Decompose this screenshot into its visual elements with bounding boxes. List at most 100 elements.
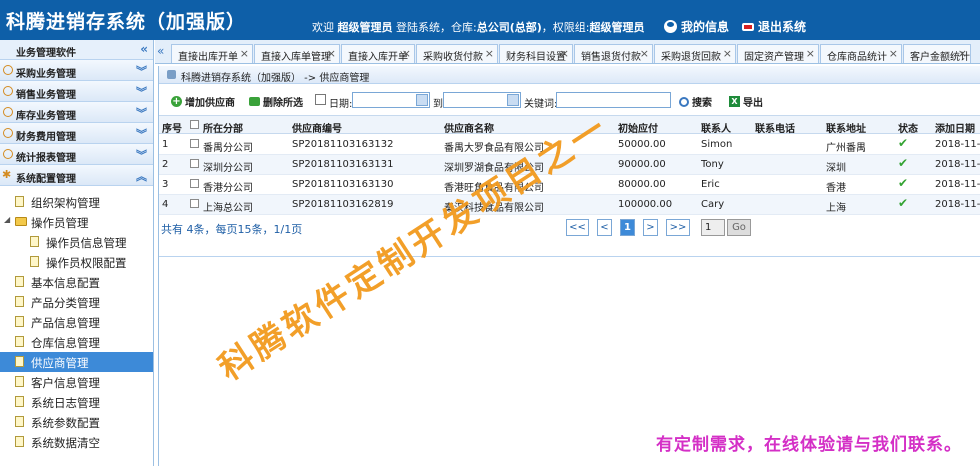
last-page-button[interactable]: >> bbox=[666, 219, 690, 236]
row-checkbox[interactable] bbox=[190, 199, 199, 208]
export-button[interactable]: X 导出 bbox=[729, 94, 763, 109]
sidebar-group[interactable]: ✱ 系统配置管理 ︽ bbox=[0, 165, 153, 186]
date-to-picker-icon[interactable] bbox=[507, 94, 519, 106]
close-tab-icon[interactable]: × bbox=[560, 47, 569, 60]
tab-item[interactable]: 采购退货回款 × bbox=[654, 44, 736, 63]
next-page-button[interactable]: > bbox=[643, 219, 658, 236]
document-icon bbox=[15, 356, 24, 367]
select-all-checkbox[interactable] bbox=[190, 120, 199, 129]
sidebar-group-label: 财务费用管理 bbox=[16, 132, 76, 143]
close-tab-icon[interactable]: × bbox=[958, 47, 967, 60]
page-number-input[interactable]: 1 bbox=[701, 219, 725, 236]
tab-item[interactable]: 直接入库开单 × bbox=[341, 44, 415, 63]
sidebar-item[interactable]: 产品分类管理 bbox=[0, 292, 153, 312]
sidebar-item[interactable]: 系统日志管理 bbox=[0, 392, 153, 412]
sidebar-item[interactable]: 基本信息配置 bbox=[0, 272, 153, 292]
expand-toggle-icon[interactable]: ◢ bbox=[4, 215, 10, 224]
first-page-button[interactable]: << bbox=[566, 219, 589, 236]
close-tab-icon[interactable]: × bbox=[640, 47, 649, 60]
close-tab-icon[interactable]: × bbox=[889, 47, 898, 60]
tab-item[interactable]: 固定资产管理 × bbox=[737, 44, 819, 63]
date-to-input[interactable] bbox=[443, 92, 521, 108]
clock-icon bbox=[3, 107, 13, 117]
tab-item[interactable]: 财务科目设置 × bbox=[499, 44, 573, 63]
my-info-label: 我的信息 bbox=[681, 20, 730, 34]
sidebar-groups: 采购业务管理 ︾ 销售业务管理 ︾ 库存业务管理 ︾ 财务费用管理 ︾ 统计报表管理 ︾ ✱ 系统配置… bbox=[0, 60, 153, 186]
sidebar-item[interactable]: ◢ 操作员管理 bbox=[0, 212, 153, 232]
tab-item[interactable]: 销售退货付款 × bbox=[574, 44, 653, 63]
cell-address: 上海 bbox=[826, 203, 846, 214]
close-tab-icon[interactable]: × bbox=[327, 47, 336, 60]
table-row[interactable]: 4 上海总公司 SP20181103162819 秦汉科技食品有限公司 100000.0… bbox=[159, 195, 980, 215]
tab-label: 销售退货付款 bbox=[581, 52, 641, 63]
close-tab-icon[interactable]: × bbox=[723, 47, 732, 60]
to-label: 到 bbox=[433, 99, 443, 110]
sidebar-item[interactable]: 系统数据清空 bbox=[0, 432, 153, 452]
delete-selected-button[interactable]: 删除所选 bbox=[249, 94, 303, 109]
tab-label: 采购收货付款 bbox=[423, 52, 483, 63]
sidebar-group[interactable]: 销售业务管理 ︾ bbox=[0, 81, 153, 102]
tab-label: 固定资产管理 bbox=[744, 52, 804, 63]
cell-address: 广州番禺 bbox=[826, 143, 866, 154]
toolbar: + 增加供应商 删除所选 日期: 到 关键词: 搜索 X 导出 bbox=[159, 89, 980, 113]
row-checkbox[interactable] bbox=[190, 159, 199, 168]
chevron-down-icon[interactable]: ︾ bbox=[136, 63, 147, 79]
tab-item[interactable]: 直接入库单管理 × bbox=[254, 44, 340, 63]
my-info-link[interactable]: 我的信息 bbox=[664, 18, 729, 35]
sidebar-item[interactable]: 组织架构管理 bbox=[0, 192, 153, 212]
chevron-down-icon[interactable]: ︾ bbox=[136, 84, 147, 100]
perm-text: ，权限组: bbox=[541, 21, 590, 34]
prev-page-button[interactable]: < bbox=[597, 219, 612, 236]
go-button[interactable]: Go bbox=[727, 219, 751, 236]
sidebar-item[interactable]: 客户信息管理 bbox=[0, 372, 153, 392]
date-from-input[interactable] bbox=[352, 92, 430, 108]
close-tab-icon[interactable]: × bbox=[485, 47, 494, 60]
chevron-down-icon[interactable]: ︾ bbox=[136, 105, 147, 121]
close-tab-icon[interactable]: × bbox=[240, 47, 249, 60]
tab-item[interactable]: 直接出库开单 × bbox=[171, 44, 253, 63]
date-from-picker-icon[interactable] bbox=[416, 94, 428, 106]
collapse-sidebar-icon[interactable]: « bbox=[140, 42, 148, 56]
sidebar-item[interactable]: 系统参数配置 bbox=[0, 412, 153, 432]
chevron-down-icon[interactable]: ︾ bbox=[136, 126, 147, 142]
close-tab-icon[interactable]: × bbox=[806, 47, 815, 60]
row-checkbox[interactable] bbox=[190, 179, 199, 188]
cell-branch: 番禺分公司 bbox=[203, 143, 253, 154]
keyword-input[interactable] bbox=[556, 92, 671, 108]
sidebar-group[interactable]: 财务费用管理 ︾ bbox=[0, 123, 153, 144]
tab-scroll-left-icon[interactable]: « bbox=[157, 44, 164, 58]
status-check-icon: ✔ bbox=[898, 156, 909, 170]
footer-note: 有定制需求，在线体验请与我们联系。 bbox=[656, 435, 962, 455]
close-tab-icon[interactable]: × bbox=[402, 47, 411, 60]
row-checkbox[interactable] bbox=[190, 139, 199, 148]
sidebar-item-label: 仓库信息管理 bbox=[31, 336, 100, 350]
sidebar-item-label: 操作员权限配置 bbox=[46, 256, 127, 270]
tab-item[interactable]: 采购收货付款 × bbox=[416, 44, 498, 63]
col-date: 添加日期 bbox=[935, 124, 975, 135]
search-button[interactable]: 搜索 bbox=[679, 94, 712, 109]
current-page-button[interactable]: 1 bbox=[620, 219, 635, 236]
status-check-icon: ✔ bbox=[898, 196, 909, 210]
tab-item[interactable]: 客户金额统计 × bbox=[903, 44, 971, 63]
sidebar-item[interactable]: 操作员信息管理 bbox=[0, 232, 153, 252]
sidebar-item[interactable]: 仓库信息管理 bbox=[0, 332, 153, 352]
add-supplier-button[interactable]: + 增加供应商 bbox=[171, 94, 235, 109]
delete-icon bbox=[249, 97, 260, 106]
sidebar-item[interactable]: 产品信息管理 bbox=[0, 312, 153, 332]
cell-code: SP20181103163132 bbox=[292, 139, 394, 150]
sidebar-item[interactable]: 供应商管理 bbox=[0, 352, 153, 372]
table-row[interactable]: 3 香港分公司 SP20181103163130 香港旺角食品有限公司 80000.00… bbox=[159, 175, 980, 195]
sidebar-group[interactable]: 采购业务管理 ︾ bbox=[0, 60, 153, 81]
chevron-up-icon[interactable]: ︽ bbox=[136, 168, 147, 184]
sidebar-item[interactable]: 操作员权限配置 bbox=[0, 252, 153, 272]
sidebar-group[interactable]: 库存业务管理 ︾ bbox=[0, 102, 153, 123]
chevron-down-icon[interactable]: ︾ bbox=[136, 147, 147, 163]
cell-branch: 香港分公司 bbox=[203, 183, 253, 194]
sidebar-title: 业务管理软件 bbox=[16, 48, 76, 59]
col-code: 供应商编号 bbox=[292, 124, 342, 135]
cell-address: 香港 bbox=[826, 183, 846, 194]
tab-item[interactable]: 仓库商品统计 × bbox=[820, 44, 902, 63]
logout-link[interactable]: 退出系统 bbox=[742, 18, 806, 35]
sidebar-group[interactable]: 统计报表管理 ︾ bbox=[0, 144, 153, 165]
sidebar-item-label: 操作员管理 bbox=[31, 216, 89, 230]
